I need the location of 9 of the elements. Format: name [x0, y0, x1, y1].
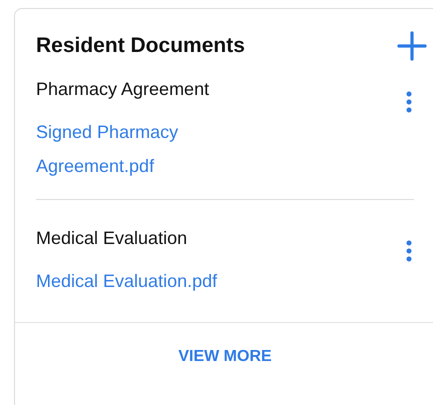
more-options-icon[interactable]: [406, 240, 412, 262]
document-link[interactable]: Medical Evaluation.pdf: [36, 264, 218, 298]
view-more-link[interactable]: VIEW MORE: [178, 348, 272, 366]
add-icon[interactable]: [397, 31, 427, 61]
document-name: Medical Evaluation: [36, 228, 188, 249]
document-name: Pharmacy Agreement: [36, 79, 210, 100]
document-link[interactable]: Signed Pharmacy Agreement.pdf: [36, 115, 241, 183]
card-title: Resident Documents: [36, 34, 245, 58]
more-options-icon[interactable]: [406, 91, 412, 113]
